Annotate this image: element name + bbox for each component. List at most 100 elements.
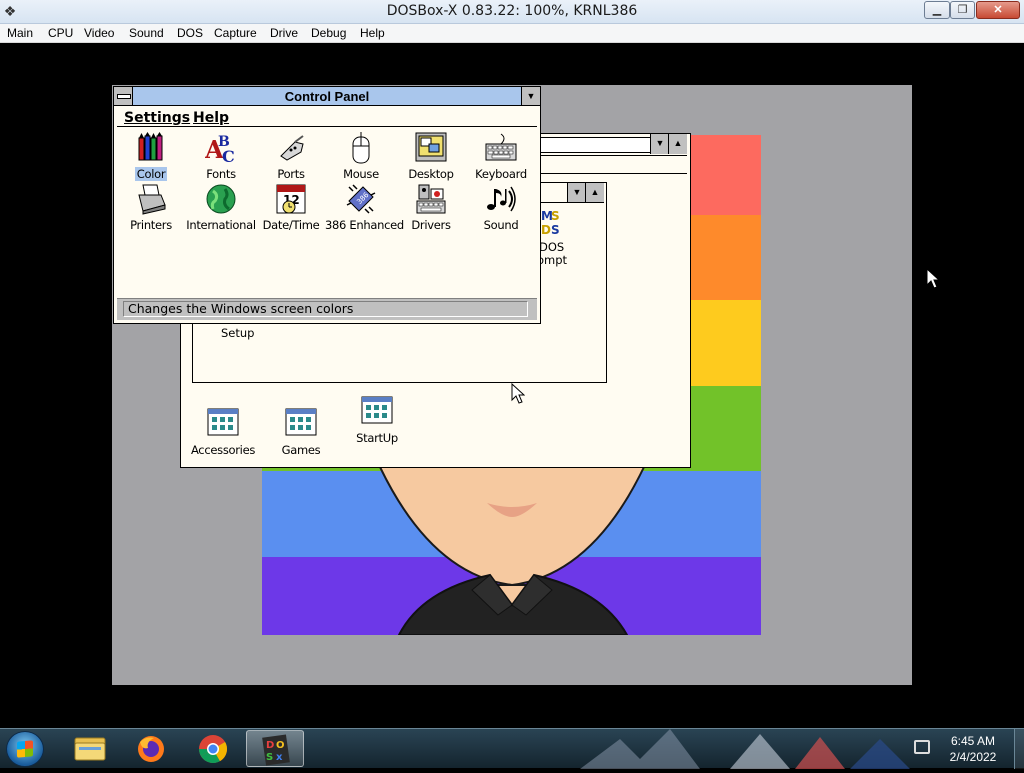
- menu-help-cp[interactable]: Help: [193, 110, 229, 126]
- minimize-button[interactable]: ▁: [924, 1, 950, 19]
- mouse-pointer-icon: [511, 383, 525, 404]
- taskbar-dosbox[interactable]: DOSx: [246, 730, 304, 767]
- globe-icon: [205, 183, 237, 215]
- menu-dos[interactable]: DOS: [177, 26, 203, 40]
- cpl-label: Ports: [277, 167, 305, 181]
- cpl-desktop[interactable]: Desktop: [395, 132, 467, 181]
- menu-main[interactable]: Main: [7, 26, 33, 40]
- svg-text:x: x: [276, 752, 283, 763]
- menu-debug[interactable]: Debug: [311, 26, 346, 40]
- svg-text:S: S: [551, 209, 560, 223]
- main-group-minimize-button[interactable]: ▼: [567, 183, 586, 202]
- group-icon: [285, 408, 317, 440]
- cpl-printers[interactable]: Printers: [115, 183, 187, 232]
- cpl-label: Drivers: [411, 218, 451, 232]
- taskbar: DOSx 6:45 AM 2/4/2022: [0, 728, 1024, 769]
- menu-drive[interactable]: Drive: [270, 26, 298, 40]
- cpl-mouse[interactable]: Mouse: [325, 131, 397, 181]
- tray-clock[interactable]: 6:45 AM 2/4/2022: [938, 733, 1008, 765]
- control-panel-title: Control Panel: [284, 89, 370, 104]
- color-icon: [135, 132, 167, 164]
- maximize-button[interactable]: ❐: [950, 1, 975, 19]
- group-icon: [361, 396, 393, 428]
- msdos-prompt-label-line1: DOS: [539, 240, 565, 254]
- main-group-maximize-button[interactable]: ▲: [585, 183, 604, 202]
- network-icon[interactable]: [914, 740, 930, 754]
- window-title: DOSBox-X 0.83.22: 100%, KRNL386: [386, 3, 638, 19]
- svg-text:C: C: [222, 147, 235, 164]
- fonts-icon: ABC: [204, 132, 237, 166]
- cpl-drivers[interactable]: Drivers: [395, 183, 467, 232]
- taskbar-background-art: [580, 729, 910, 769]
- windows-setup-label: Setup: [221, 326, 255, 340]
- svg-text:D: D: [266, 740, 274, 751]
- calendar-clock-icon: 12: [275, 183, 307, 215]
- dos-screen[interactable]: ▼ ▲ Accessories Games StartUp ▼ ▲ M S D …: [112, 85, 912, 685]
- cpl-sound[interactable]: Sound: [465, 183, 537, 232]
- cpl-label: Keyboard: [475, 167, 527, 181]
- cpl-386enhanced[interactable]: 386 386 Enhanced: [325, 183, 404, 232]
- cpl-label: Sound: [483, 218, 519, 232]
- progman-maximize-button[interactable]: ▲: [668, 134, 687, 154]
- mouse-icon: [345, 131, 377, 164]
- ports-icon: [275, 132, 307, 164]
- svg-text:S: S: [266, 752, 273, 763]
- progman-caption-field: [527, 137, 661, 153]
- chrome-icon: [199, 735, 227, 763]
- music-note-icon: [485, 183, 517, 215]
- cpl-datetime[interactable]: 12 Date/Time: [255, 183, 327, 232]
- control-panel-caption[interactable]: Control Panel ▼: [114, 87, 540, 106]
- svg-text:S: S: [551, 223, 560, 236]
- cpl-fonts[interactable]: ABC Fonts: [185, 132, 257, 181]
- control-panel-minimize-button[interactable]: ▼: [521, 87, 540, 105]
- drivers-icon: [415, 183, 447, 215]
- host-titlebar[interactable]: ❖ DOSBox-X 0.83.22: 100%, KRNL386 ▁ ❐ ✕: [0, 0, 1024, 24]
- dosbox-icon: D OS x: [262, 734, 290, 766]
- folder-icon: [74, 737, 106, 761]
- cpl-label: Date/Time: [262, 218, 320, 232]
- menu-cpu[interactable]: CPU: [48, 26, 73, 40]
- cpl-international[interactable]: International: [185, 183, 257, 232]
- taskbar-chrome[interactable]: [184, 730, 242, 767]
- menu-sound[interactable]: Sound: [129, 26, 164, 40]
- clock-time: 6:45 AM: [950, 734, 996, 748]
- taskbar-firefox[interactable]: [122, 730, 180, 767]
- cpl-ports[interactable]: Ports: [255, 132, 327, 181]
- show-desktop-button[interactable]: [1014, 729, 1024, 769]
- cpl-label: Printers: [130, 218, 172, 232]
- menu-settings[interactable]: Settings: [124, 110, 190, 126]
- group-label: StartUp: [356, 431, 398, 445]
- host-menubar: Main CPU Video Sound DOS Capture Drive D…: [0, 24, 1024, 43]
- msdos-prompt-icon[interactable]: MSDS: [539, 208, 569, 238]
- cpl-label: Desktop: [408, 167, 454, 181]
- cpl-label: Mouse: [343, 167, 379, 181]
- menu-capture[interactable]: Capture: [214, 26, 257, 40]
- clock-date: 2/4/2022: [949, 750, 997, 764]
- msdos-prompt-label-line2: ompt: [537, 253, 568, 267]
- firefox-icon: [138, 736, 164, 762]
- keyboard-icon: [485, 132, 517, 164]
- group-games[interactable]: Games: [265, 408, 337, 457]
- menu-help[interactable]: Help: [360, 26, 385, 40]
- close-button[interactable]: ✕: [976, 1, 1020, 19]
- start-button[interactable]: [6, 731, 44, 767]
- svg-text:D: D: [541, 223, 551, 236]
- cpl-keyboard[interactable]: Keyboard: [465, 132, 537, 181]
- group-label: Games: [281, 443, 321, 457]
- progman-minimize-button[interactable]: ▼: [650, 134, 669, 154]
- cpl-label: Fonts: [206, 167, 236, 181]
- cpl-label: 386 Enhanced: [325, 218, 404, 232]
- taskbar-explorer[interactable]: [60, 730, 118, 767]
- cpl-label: International: [186, 218, 256, 232]
- group-accessories[interactable]: Accessories: [187, 408, 259, 457]
- group-startup[interactable]: StartUp: [341, 396, 413, 445]
- cpl-color[interactable]: Color: [115, 132, 187, 183]
- menu-video[interactable]: Video: [84, 26, 114, 40]
- group-label: Accessories: [190, 443, 256, 457]
- printer-icon: [135, 183, 167, 215]
- chip-icon: 386: [345, 183, 377, 215]
- status-text: Changes the Windows screen colors: [123, 301, 528, 317]
- desktop-icon: [415, 132, 447, 164]
- control-panel-window[interactable]: Control Panel ▼ Settings Help Color ABC …: [113, 86, 541, 324]
- cpl-label: Color: [134, 167, 168, 181]
